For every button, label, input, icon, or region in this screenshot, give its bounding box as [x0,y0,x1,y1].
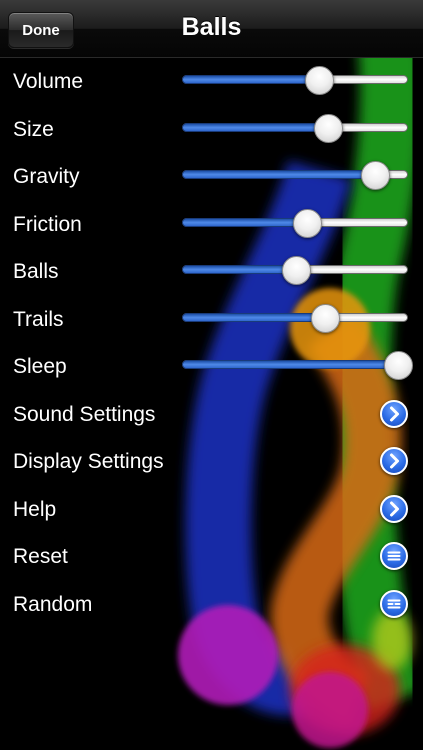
reset-row[interactable]: Reset [0,533,423,581]
display-settings-row[interactable]: Display Settings [0,438,423,486]
slider-thumb[interactable] [383,351,413,380]
slider-thumb[interactable] [293,208,323,238]
sleep-slider[interactable] [182,351,413,380]
slider-fill [182,217,307,227]
trails-slider[interactable] [182,303,408,333]
friction-label: Friction [13,212,82,236]
chevron-right-icon [390,453,399,469]
slider-thumb[interactable] [361,161,391,190]
slider-fill [182,360,397,369]
help-button[interactable] [380,494,408,523]
slider-thumb[interactable] [311,303,341,333]
settings-list: Volume Size Gravity Friction Balls Trail… [0,58,423,628]
random-button[interactable] [380,589,408,618]
list-icon [387,551,401,561]
balls-label: Balls [13,260,59,283]
friction-slider[interactable] [182,208,408,238]
random-row[interactable]: Random [0,581,423,629]
slider-fill [182,265,295,274]
help-row[interactable]: Help [0,486,423,534]
slider-fill [182,312,325,322]
slider-thumb[interactable] [313,113,343,143]
slider-fill [182,122,327,132]
gravity-slider[interactable] [182,161,408,190]
sound-settings-row[interactable]: Sound Settings [0,391,423,439]
gravity-label: Gravity [13,165,80,188]
display-settings-button[interactable] [380,447,408,475]
help-label: Help [13,497,57,521]
slider-fill [182,170,375,179]
slider-fill [182,75,318,84]
balls-row: Balls [0,248,423,296]
random-label: Random [13,592,93,616]
slider-thumb[interactable] [304,66,334,95]
friction-row: Friction [0,201,423,249]
reset-button[interactable] [380,542,408,570]
size-slider[interactable] [182,113,408,143]
volume-slider[interactable] [182,66,408,95]
display-settings-label: Display Settings [13,450,164,473]
sound-settings-label: Sound Settings [13,402,156,426]
volume-row: Volume [0,58,423,106]
sound-settings-button[interactable] [380,399,408,428]
slider-thumb[interactable] [282,256,311,285]
size-row: Size [0,106,423,154]
trails-row: Trails [0,296,423,344]
sleep-row: Sleep [0,343,423,391]
navigation-bar: Done Balls [0,0,423,58]
sleep-label: Sleep [13,355,67,378]
chevron-right-icon [390,501,399,516]
gravity-row: Gravity [0,153,423,201]
volume-label: Volume [13,70,84,93]
balls-slider[interactable] [182,256,408,285]
reset-label: Reset [13,545,68,568]
size-label: Size [13,117,54,141]
trails-label: Trails [13,307,64,331]
page-title: Balls [181,13,242,41]
chevron-right-icon [390,406,399,421]
list-icon [387,599,401,608]
